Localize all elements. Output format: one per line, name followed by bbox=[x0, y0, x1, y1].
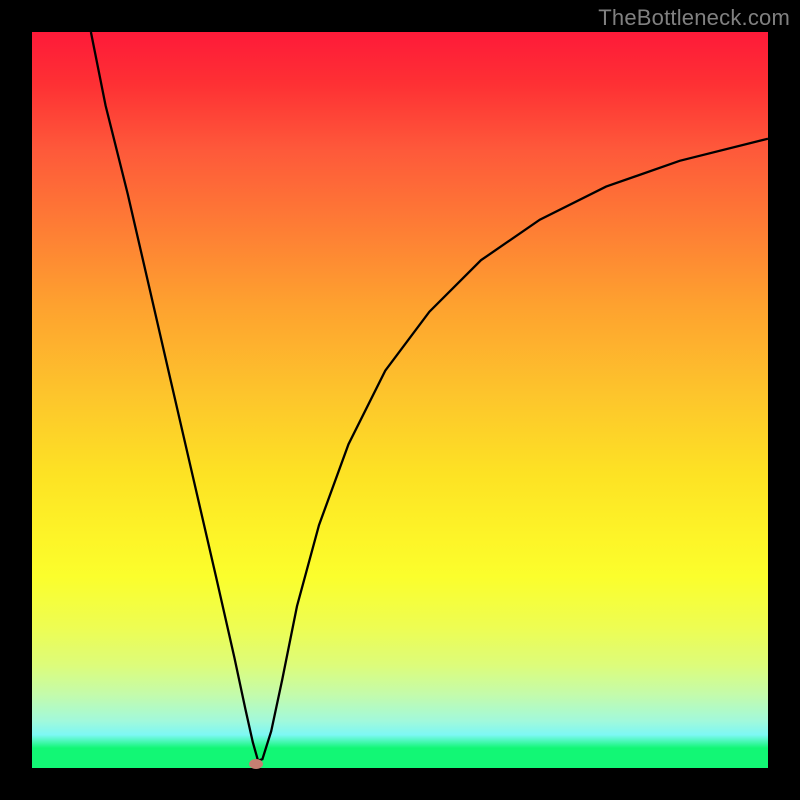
curve-path bbox=[91, 32, 768, 761]
optimal-point-marker bbox=[249, 759, 263, 769]
chart-frame: TheBottleneck.com bbox=[0, 0, 800, 800]
plot-area bbox=[32, 32, 768, 768]
watermark-text: TheBottleneck.com bbox=[598, 5, 790, 31]
bottleneck-curve bbox=[32, 32, 768, 768]
